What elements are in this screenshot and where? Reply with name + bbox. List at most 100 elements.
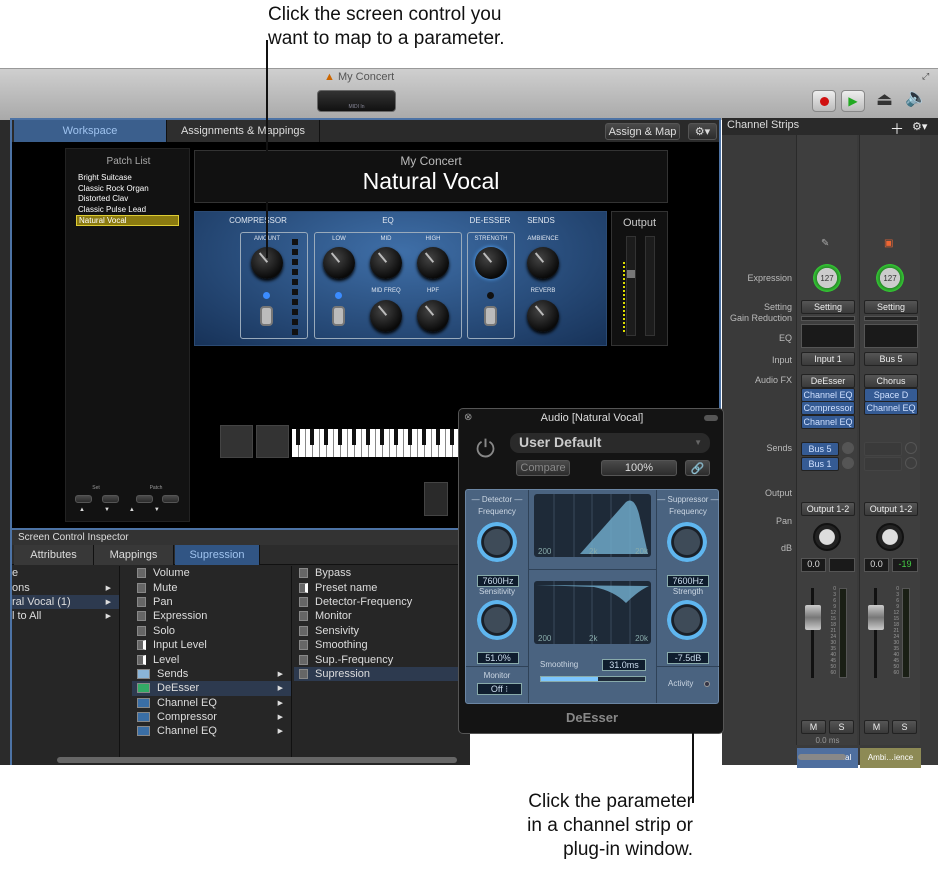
solo-button[interactable]: S [892, 720, 917, 734]
send-level-knob[interactable] [905, 457, 917, 469]
inspector-item[interactable]: Volume [132, 566, 291, 580]
send-slot[interactable]: Bus 5 [801, 442, 839, 456]
pan-knob[interactable] [813, 523, 841, 551]
send-level-knob[interactable] [842, 442, 854, 454]
gear-menu-button[interactable]: ⚙▾ [688, 123, 717, 140]
ambience-knob[interactable] [527, 247, 559, 279]
strength-knob[interactable] [475, 247, 507, 279]
inspector-item[interactable]: DeEsser▶ [132, 681, 291, 695]
piano-keyboard[interactable] [292, 429, 462, 457]
eq-thumbnail[interactable] [801, 324, 855, 348]
pan-knob[interactable] [876, 523, 904, 551]
inspector-item[interactable]: ral Vocal (1)▶ [12, 595, 119, 609]
audio-fx-slot[interactable]: DeEsser [801, 374, 855, 388]
inspector-item[interactable]: Expression [132, 609, 291, 623]
zoom-dropdown[interactable]: 100% [601, 460, 677, 476]
tab-assignments[interactable]: Assignments & Mappings [167, 120, 320, 142]
sensitivity-value[interactable]: 51.0% [477, 652, 519, 664]
inspector-item[interactable]: Sup.-Frequency [294, 652, 466, 666]
inspector-item[interactable]: Channel EQ▶ [132, 724, 291, 738]
output-fader[interactable] [626, 236, 636, 336]
de-esser-toggle-switch[interactable] [484, 306, 497, 326]
sensitivity-knob[interactable] [477, 600, 517, 640]
setting-button[interactable]: Setting [801, 300, 855, 314]
reverb-knob[interactable] [527, 300, 559, 332]
audio-fx-slot[interactable]: Space D [864, 388, 918, 402]
strength-knob[interactable] [667, 600, 707, 640]
inspector-item[interactable]: Channel EQ▶ [132, 696, 291, 710]
expression-knob[interactable]: 127 [813, 264, 841, 292]
inspector-item[interactable]: Pan [132, 595, 291, 609]
strips-scrollbar[interactable] [798, 754, 846, 760]
inspector-item[interactable]: Preset name [294, 580, 466, 594]
gear-icon[interactable]: ⚙▾ [912, 120, 927, 133]
preset-dropdown[interactable]: User Default▼ [510, 433, 710, 453]
inspector-item[interactable]: ons▶ [12, 580, 119, 594]
output-slot[interactable]: Output 1-2 [864, 502, 918, 516]
inspector-item[interactable]: Level [132, 652, 291, 666]
tab-attributes[interactable]: Attributes [14, 545, 94, 565]
fullscreen-icon[interactable]: ⤢ [922, 71, 929, 82]
output-slot[interactable]: Output 1-2 [801, 502, 855, 516]
send-level-knob[interactable] [842, 457, 854, 469]
horizontal-scrollbar[interactable] [57, 757, 457, 763]
patch-list-item[interactable]: Classic Rock Organ [76, 184, 179, 195]
suppressor-frequency-knob[interactable] [667, 522, 707, 562]
inspector-item[interactable]: Monitor [294, 609, 466, 623]
inspector-item[interactable]: e [12, 566, 119, 580]
tab-workspace[interactable]: Workspace [14, 120, 167, 142]
audio-fx-slot[interactable]: Channel EQ [801, 388, 855, 402]
audio-fx-slot[interactable]: Channel EQ [801, 415, 855, 429]
setting-button[interactable]: Setting [864, 300, 918, 314]
inspector-item[interactable]: Input Level [132, 638, 291, 652]
patch-list-item[interactable]: Classic Pulse Lead [76, 205, 179, 216]
inspector-item[interactable]: Compressor▶ [132, 710, 291, 724]
sup-frequency-value[interactable]: 7600Hz [667, 575, 709, 587]
smoothing-slider[interactable] [540, 676, 646, 682]
solo-button[interactable]: S [829, 720, 854, 734]
patch-down-button[interactable] [162, 495, 179, 503]
mute-button[interactable]: M [864, 720, 889, 734]
volume-fader[interactable] [805, 605, 821, 630]
tab-supression[interactable]: Supression [175, 545, 260, 565]
record-button[interactable] [812, 90, 836, 112]
smoothing-value[interactable]: 31.0ms [602, 659, 646, 671]
eq-toggle-switch[interactable] [332, 306, 345, 326]
inspector-item[interactable]: Sensivity [294, 624, 466, 638]
volume-fader[interactable] [868, 605, 884, 630]
audio-fx-slot[interactable]: Channel EQ [864, 401, 918, 415]
high-knob[interactable] [417, 247, 449, 279]
mod-wheel[interactable] [256, 425, 289, 458]
compare-button[interactable]: Compare [516, 460, 570, 476]
collapse-button[interactable] [704, 415, 718, 421]
send-slot[interactable]: Bus 1 [801, 457, 839, 471]
audio-fx-slot[interactable]: Chorus [864, 374, 918, 388]
low-knob[interactable] [323, 247, 355, 279]
metronome-icon[interactable]: ⏏ [876, 89, 893, 110]
mute-button[interactable]: M [801, 720, 826, 734]
assign-map-button[interactable]: Assign & Map [605, 123, 680, 140]
inspector-item[interactable]: Detector-Frequency [294, 595, 466, 609]
audio-fx-slot[interactable]: Compressor [801, 401, 855, 415]
inspector-item[interactable]: Mute [132, 580, 291, 594]
inspector-item[interactable]: Supression [294, 667, 466, 681]
send-slot[interactable] [864, 457, 902, 471]
set-up-button[interactable] [75, 495, 92, 503]
strength-value[interactable]: -7.5dB [667, 652, 709, 664]
patch-list-item[interactable]: Distorted Clav [76, 194, 179, 205]
pitch-bend-wheel[interactable] [220, 425, 253, 458]
patch-list-item[interactable]: Natural Vocal [76, 215, 179, 226]
sustain-pedal[interactable] [424, 482, 448, 516]
link-button[interactable]: 🔗 [685, 460, 710, 476]
tab-mappings[interactable]: Mappings [94, 545, 174, 565]
patch-list-item[interactable]: Bright Suitcase [76, 173, 179, 184]
channel-name[interactable]: Ambi…ience [860, 748, 921, 768]
input-slot[interactable]: Bus 5 [864, 352, 918, 366]
mid-freq-knob[interactable] [370, 300, 402, 332]
monitor-dropdown[interactable]: Off ⁝ [477, 683, 522, 695]
inspector-item[interactable]: Bypass [294, 566, 466, 580]
inspector-item[interactable]: l to All▶ [12, 609, 119, 623]
inspector-item[interactable]: Solo [132, 624, 291, 638]
send-slot[interactable] [864, 442, 902, 456]
patch-up-button[interactable] [136, 495, 153, 503]
